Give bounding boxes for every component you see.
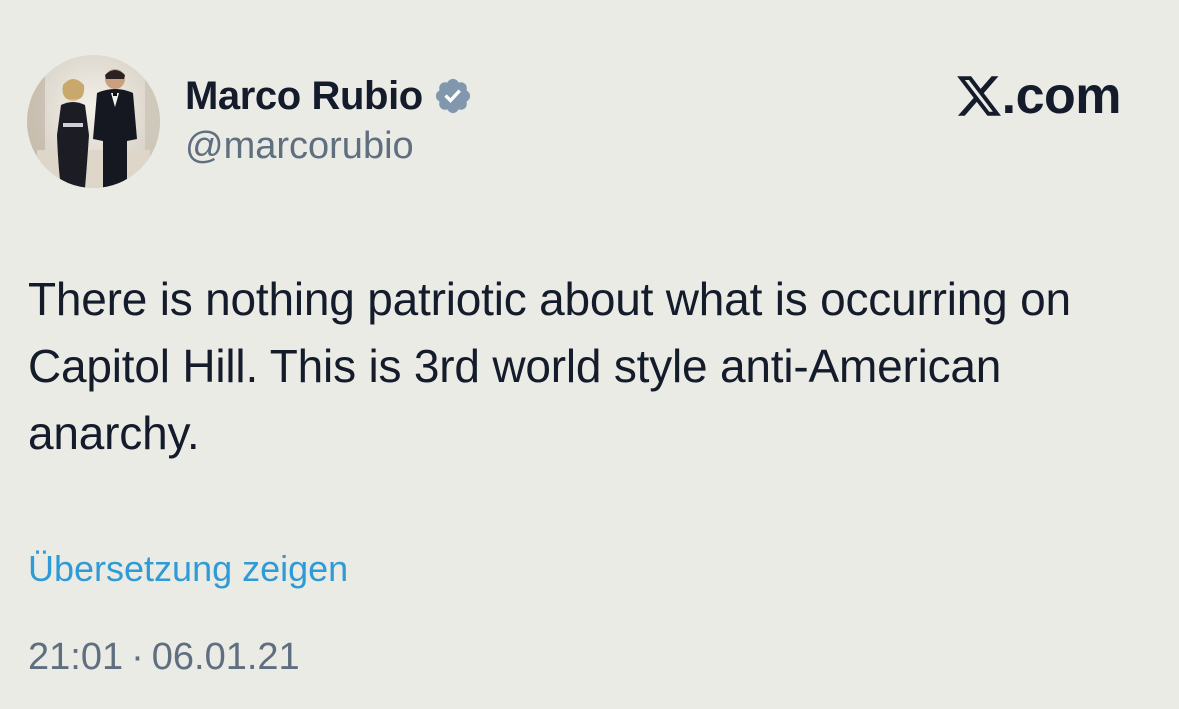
author-handle[interactable]: @marcorubio (185, 125, 414, 168)
site-mark: .com (956, 66, 1122, 126)
verified-badge-icon (433, 76, 473, 116)
tweet-card: Marco Rubio @marcorubio .com There is no… (0, 0, 1179, 709)
author-display-name[interactable]: Marco Rubio (185, 74, 423, 119)
tweet-date[interactable]: 06.01.21 (152, 636, 300, 679)
tweet-time[interactable]: 21:01 (28, 636, 123, 679)
site-label: .com (1001, 67, 1122, 125)
author-name-row[interactable]: Marco Rubio (185, 70, 473, 122)
show-translation-link[interactable]: Übersetzung zeigen (28, 548, 348, 590)
avatar-photo (27, 55, 160, 188)
timestamp-row[interactable]: 21:01 · 06.01.21 (28, 636, 300, 679)
timestamp-separator: · (131, 636, 144, 678)
tweet-text: There is nothing patriotic about what is… (28, 273, 1071, 459)
x-logo-icon (956, 74, 1001, 118)
avatar[interactable] (27, 55, 160, 188)
